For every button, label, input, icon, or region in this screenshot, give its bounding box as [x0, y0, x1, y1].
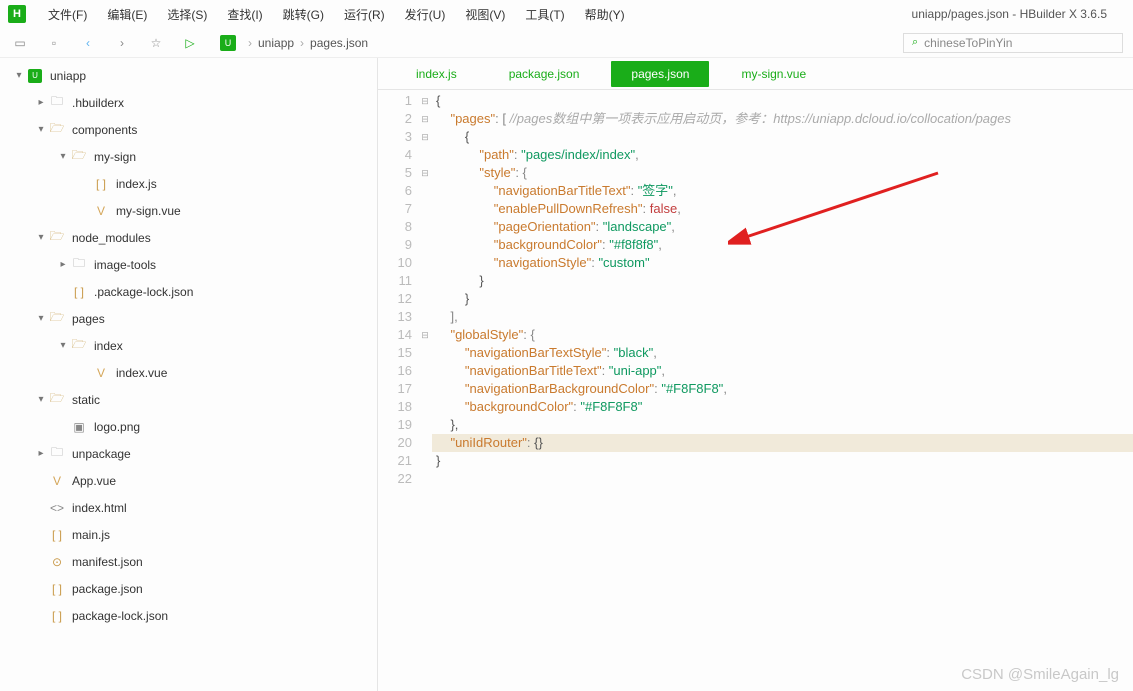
breadcrumb-project[interactable]: uniapp	[258, 36, 294, 50]
tree-item-label: index.vue	[116, 366, 167, 380]
tree-item-label: my-sign.vue	[116, 204, 181, 218]
editor-tab[interactable]: pages.json	[611, 61, 709, 87]
tree-item-label: static	[72, 393, 100, 407]
collapse-arrow-icon[interactable]: ▾	[56, 340, 70, 351]
watermark: CSDN @SmileAgain_lg	[961, 666, 1119, 683]
tree-item[interactable]: ▸Vindex.vue	[0, 359, 377, 386]
tree-item-label: node_modules	[72, 231, 151, 245]
collapse-arrow-icon[interactable]: ▾	[34, 232, 48, 243]
tree-item-label: manifest.json	[72, 555, 143, 569]
menu-file[interactable]: 文件(F)	[38, 2, 97, 27]
menu-help[interactable]: 帮助(Y)	[575, 2, 635, 27]
tree-item-label: my-sign	[94, 150, 136, 164]
tree-item-label: image-tools	[94, 258, 156, 272]
tree-item[interactable]: ▸[ ]main.js	[0, 521, 377, 548]
menu-run[interactable]: 运行(R)	[334, 2, 395, 27]
breadcrumb-sep: ›	[248, 36, 252, 50]
tree-item[interactable]: ▾🗁pages	[0, 305, 377, 332]
editor-tabs: index.js package.json pages.json my-sign.vu…	[378, 58, 1133, 90]
tree-item-label: logo.png	[94, 420, 140, 434]
tree-item[interactable]: ▸[ ]package-lock.json	[0, 602, 377, 629]
breadcrumb-sep: ›	[300, 36, 304, 50]
tree-item[interactable]: ▸🗀image-tools	[0, 251, 377, 278]
play-icon[interactable]: ▷	[180, 33, 200, 53]
tree-item[interactable]: ▸⊙manifest.json	[0, 548, 377, 575]
app-logo: H	[8, 5, 26, 23]
collapse-arrow-icon[interactable]: ▾	[34, 124, 48, 135]
tree-item[interactable]: ▸VApp.vue	[0, 467, 377, 494]
tree-item[interactable]: ▸▣logo.png	[0, 413, 377, 440]
menu-view[interactable]: 视图(V)	[455, 2, 515, 27]
tree-item[interactable]: ▾🗁static	[0, 386, 377, 413]
tree-item[interactable]: ▸🗀.hbuilderx	[0, 89, 377, 116]
editor-area: index.js package.json pages.json my-sign.vu…	[378, 58, 1133, 691]
menu-find[interactable]: 查找(I)	[217, 2, 272, 27]
tree-item-label: pages	[72, 312, 105, 326]
tree-item-label: index.html	[72, 501, 127, 515]
tree-item[interactable]: ▾🗁index	[0, 332, 377, 359]
save-icon[interactable]: ▫	[44, 33, 64, 53]
tree-item[interactable]: ▸[ ]index.js	[0, 170, 377, 197]
tree-item-label: unpackage	[72, 447, 131, 461]
window-title: uniapp/pages.json - HBuilder X 3.6.5	[912, 7, 1125, 21]
breadcrumb: U › uniapp › pages.json	[220, 35, 368, 51]
menu-goto[interactable]: 跳转(G)	[273, 2, 334, 27]
tree-item-label: uniapp	[50, 69, 86, 83]
collapse-arrow-icon[interactable]: ▾	[12, 70, 26, 81]
fold-gutter: ⊟⊟⊟⊟⊟	[418, 90, 432, 691]
tree-item[interactable]: ▸Vmy-sign.vue	[0, 197, 377, 224]
new-window-icon[interactable]: ▭	[10, 33, 30, 53]
code-editor[interactable]: 12345678910111213141516171819202122 ⊟⊟⊟⊟…	[378, 90, 1133, 691]
tree-item[interactable]: ▸[ ]package.json	[0, 575, 377, 602]
nav-forward-icon[interactable]: ›	[112, 33, 132, 53]
tree-item[interactable]: ▸<>index.html	[0, 494, 377, 521]
tree-item-label: components	[72, 123, 137, 137]
tree-item-label: main.js	[72, 528, 110, 542]
tree-item-label: index.js	[116, 177, 157, 191]
tree-item-label: package-lock.json	[72, 609, 168, 623]
tree-item[interactable]: ▾Uuniapp	[0, 62, 377, 89]
editor-tab[interactable]: index.js	[396, 61, 477, 87]
collapse-arrow-icon[interactable]: ▾	[56, 151, 70, 162]
search-placeholder: chineseToPinYin	[924, 36, 1012, 50]
expand-arrow-icon[interactable]: ▸	[56, 259, 70, 270]
toolbar: ▭ ▫ ‹ › ☆ ▷ U › uniapp › pages.json ⌕ ch…	[0, 28, 1133, 58]
tree-item-label: .package-lock.json	[94, 285, 193, 299]
menu-edit[interactable]: 编辑(E)	[97, 2, 157, 27]
tree-item[interactable]: ▸[ ].package-lock.json	[0, 278, 377, 305]
menu-bar: H 文件(F) 编辑(E) 选择(S) 查找(I) 跳转(G) 运行(R) 发行…	[0, 0, 1133, 28]
search-input[interactable]: ⌕ chineseToPinYin	[903, 33, 1123, 53]
menu-publish[interactable]: 发行(U)	[395, 2, 456, 27]
tree-item[interactable]: ▾🗁node_modules	[0, 224, 377, 251]
nav-back-icon[interactable]: ‹	[78, 33, 98, 53]
line-number-gutter: 12345678910111213141516171819202122	[378, 90, 418, 691]
file-explorer[interactable]: ▾Uuniapp▸🗀.hbuilderx▾🗁components▾🗁my-sig…	[0, 58, 378, 691]
collapse-arrow-icon[interactable]: ▾	[34, 313, 48, 324]
expand-arrow-icon[interactable]: ▸	[34, 448, 48, 459]
tree-item[interactable]: ▾🗁components	[0, 116, 377, 143]
tree-item[interactable]: ▾🗁my-sign	[0, 143, 377, 170]
tree-item-label: .hbuilderx	[72, 96, 124, 110]
tree-item-label: index	[94, 339, 123, 353]
expand-arrow-icon[interactable]: ▸	[34, 97, 48, 108]
search-icon: ⌕	[912, 36, 918, 49]
tree-item-label: package.json	[72, 582, 143, 596]
tree-item-label: App.vue	[72, 474, 116, 488]
menu-select[interactable]: 选择(S)	[157, 2, 217, 27]
editor-tab[interactable]: package.json	[489, 61, 600, 87]
star-icon[interactable]: ☆	[146, 33, 166, 53]
project-type-icon: U	[220, 35, 236, 51]
menu-tool[interactable]: 工具(T)	[515, 2, 574, 27]
tree-item[interactable]: ▸🗀unpackage	[0, 440, 377, 467]
collapse-arrow-icon[interactable]: ▾	[34, 394, 48, 405]
editor-tab[interactable]: my-sign.vue	[721, 61, 826, 87]
breadcrumb-file[interactable]: pages.json	[310, 36, 368, 50]
code-content[interactable]: { "pages": [ //pages数组中第一项表示应用启动页，参考：htt…	[432, 90, 1133, 691]
